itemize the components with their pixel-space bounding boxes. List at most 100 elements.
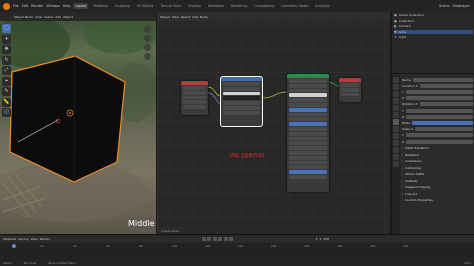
start-frame-field[interactable]: 1 bbox=[319, 237, 321, 241]
world-tab-icon[interactable] bbox=[393, 112, 399, 118]
physics-tab-icon[interactable] bbox=[393, 140, 399, 146]
jump-start-icon[interactable] bbox=[201, 237, 206, 241]
panel-delta-transform[interactable]: › Delta Transform bbox=[402, 146, 473, 151]
mode-selector[interactable]: Object Mode bbox=[14, 15, 33, 19]
outliner-row[interactable]: ▣ Collection bbox=[394, 19, 473, 24]
cursor-icon[interactable]: ✛ bbox=[2, 34, 11, 44]
scale-x-field[interactable] bbox=[415, 127, 473, 132]
panel-line-art[interactable]: › Line Art bbox=[402, 191, 473, 196]
view-layer-selector[interactable]: ViewLayer bbox=[453, 4, 471, 8]
principled-bsdf-node[interactable] bbox=[287, 74, 329, 192]
tab-modeling[interactable]: Modeling bbox=[91, 3, 110, 9]
menu-select[interactable]: Select bbox=[44, 15, 53, 19]
current-frame-field[interactable]: 1 bbox=[315, 237, 317, 241]
menu-marker[interactable]: Marker bbox=[40, 237, 50, 241]
menu-file[interactable]: File bbox=[13, 4, 19, 8]
rotation-z-field[interactable] bbox=[406, 114, 473, 119]
panel-relations[interactable]: › Relations bbox=[402, 152, 473, 157]
material-tab-icon[interactable] bbox=[393, 161, 399, 167]
panel-motion-paths[interactable]: › Motion Paths bbox=[402, 172, 473, 177]
add-cube-icon[interactable]: ◫ bbox=[2, 108, 11, 117]
menu-object[interactable]: Object bbox=[63, 15, 73, 19]
output-tab-icon[interactable] bbox=[393, 91, 399, 97]
annotate-icon[interactable]: ✎ bbox=[2, 87, 11, 96]
rotation-y-field[interactable] bbox=[405, 108, 473, 113]
camera-icon[interactable] bbox=[144, 44, 151, 51]
menu-ne-view[interactable]: View bbox=[172, 15, 179, 19]
move-icon[interactable]: ✥ bbox=[2, 45, 11, 54]
pan-hand-icon[interactable] bbox=[144, 35, 151, 42]
menu-ne-select[interactable]: Select bbox=[181, 15, 190, 19]
location-z-field[interactable] bbox=[406, 96, 473, 101]
outliner-row[interactable]: ☀ Light bbox=[394, 35, 473, 40]
panel-viewport-display[interactable]: › Viewport Display bbox=[402, 185, 473, 190]
timeline[interactable]: Playback Keying View Marker 1 1 250 1 20… bbox=[0, 234, 474, 260]
constraints-tab-icon[interactable] bbox=[393, 147, 399, 153]
tool-tab-icon[interactable] bbox=[393, 77, 399, 83]
grid-icon[interactable] bbox=[144, 53, 151, 60]
measure-icon[interactable]: 📏 bbox=[2, 97, 11, 107]
render-tab-icon[interactable] bbox=[393, 84, 399, 90]
menu-view[interactable]: View bbox=[35, 15, 42, 19]
tab-layout[interactable]: Layout bbox=[73, 3, 89, 9]
menu-keying[interactable]: Keying bbox=[18, 237, 28, 241]
scene-tab-icon[interactable] bbox=[393, 105, 399, 111]
timeline-ruler[interactable]: 1 20 40 60 80 100 120 140 160 180 200 22… bbox=[0, 244, 474, 250]
menu-playback[interactable]: Playback bbox=[3, 237, 16, 241]
jump-end-icon[interactable] bbox=[229, 237, 234, 241]
zoom-icon[interactable] bbox=[144, 26, 151, 33]
scale-y-field[interactable] bbox=[405, 133, 473, 138]
menu-tl-view[interactable]: View bbox=[30, 237, 37, 241]
data-tab-icon[interactable] bbox=[393, 154, 399, 160]
tab-geometry-nodes[interactable]: Geometry Nodes bbox=[279, 3, 310, 9]
tab-texture-paint[interactable]: Texture Paint bbox=[158, 3, 183, 9]
menu-render[interactable]: Render bbox=[31, 4, 43, 8]
transform-icon[interactable]: ⌖ bbox=[2, 76, 11, 86]
select-box-icon[interactable]: ▢ bbox=[2, 24, 11, 33]
tab-compositing[interactable]: Compositing bbox=[252, 3, 276, 9]
menu-window[interactable]: Window bbox=[46, 4, 59, 8]
scene-selector[interactable]: Scene bbox=[439, 4, 449, 8]
next-key-icon[interactable] bbox=[223, 237, 228, 241]
scale-z-field[interactable] bbox=[406, 139, 473, 144]
image-texture-node[interactable] bbox=[220, 76, 263, 127]
menu-help[interactable]: Help bbox=[63, 4, 71, 8]
outliner[interactable]: ▣ Scene Collection ▣ Collection ◧ Camera ▼ C… bbox=[392, 12, 474, 74]
menu-ne-add[interactable]: Add bbox=[192, 15, 198, 19]
tab-uv-editing[interactable]: UV Editing bbox=[135, 3, 156, 9]
blender-logo-icon[interactable] bbox=[3, 2, 10, 10]
material-output-node[interactable] bbox=[339, 78, 361, 102]
prev-key-icon[interactable] bbox=[207, 237, 212, 241]
outliner-row[interactable]: ▼ Cube bbox=[394, 29, 473, 34]
scale-icon[interactable]: ⤢ bbox=[2, 66, 11, 75]
panel-collections[interactable]: › Collections bbox=[402, 159, 473, 164]
panel-visibility[interactable]: › Visibility bbox=[402, 178, 473, 183]
3d-viewport[interactable]: Object Mode View Select Add Object ▢ ✛ ✥… bbox=[0, 12, 156, 234]
shader-node-editor[interactable]: Object View Select Add Node Image Node bbox=[157, 12, 390, 234]
object-tab-icon[interactable] bbox=[393, 119, 399, 125]
tab-sculpting[interactable]: Sculpting bbox=[113, 3, 132, 9]
tab-rendering[interactable]: Rendering bbox=[229, 3, 249, 9]
mode-dropdown[interactable] bbox=[412, 121, 473, 125]
panel-custom-properties[interactable]: › Custom Properties bbox=[402, 198, 473, 203]
name-field[interactable] bbox=[412, 77, 473, 82]
outliner-row[interactable]: ▣ Scene Collection bbox=[394, 13, 473, 18]
view-layer-tab-icon[interactable] bbox=[393, 98, 399, 104]
end-frame-field[interactable]: 250 bbox=[323, 237, 329, 241]
tab-shading[interactable]: Shading bbox=[186, 3, 203, 9]
play-reverse-icon[interactable] bbox=[212, 237, 217, 241]
menu-add[interactable]: Add bbox=[55, 15, 61, 19]
modifier-tab-icon[interactable] bbox=[393, 126, 399, 132]
play-icon[interactable] bbox=[218, 237, 223, 241]
menu-ne-node[interactable]: Node bbox=[200, 15, 208, 19]
menu-ne-object[interactable]: Object bbox=[160, 15, 170, 19]
location-y-field[interactable] bbox=[405, 90, 473, 95]
rotate-icon[interactable]: ↻ bbox=[2, 55, 11, 65]
menu-edit[interactable]: Edit bbox=[22, 4, 29, 8]
tab-animation[interactable]: Animation bbox=[206, 3, 226, 9]
panel-instancing[interactable]: › Instancing bbox=[402, 165, 473, 170]
rotation-x-field[interactable] bbox=[419, 102, 473, 107]
location-x-field[interactable] bbox=[419, 83, 473, 88]
outliner-row[interactable]: ◧ Camera bbox=[394, 24, 473, 29]
playhead[interactable]: 1 bbox=[12, 244, 16, 248]
